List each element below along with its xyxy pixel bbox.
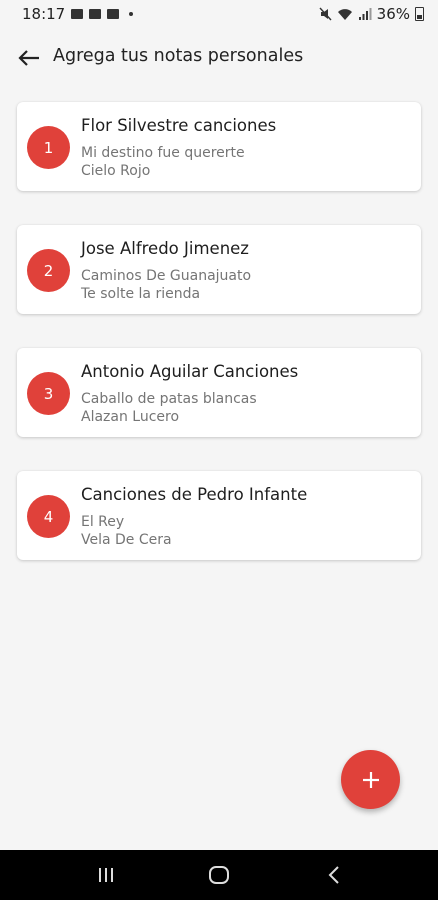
recent-apps-icon[interactable] xyxy=(93,862,119,888)
gallery-icon xyxy=(71,9,84,19)
signal-icon xyxy=(358,7,372,20)
battery-percent: 36% xyxy=(376,5,410,23)
status-right: 36% xyxy=(319,5,424,23)
battery-icon xyxy=(415,7,424,21)
plus-icon xyxy=(362,771,379,788)
back-icon[interactable] xyxy=(321,862,347,888)
note-line: Cielo Rojo xyxy=(81,163,151,179)
note-number-badge: 1 xyxy=(27,126,70,169)
note-number-badge: 2 xyxy=(27,249,70,292)
wifi-icon xyxy=(337,8,352,20)
note-title: Flor Silvestre canciones xyxy=(81,116,277,135)
add-note-button[interactable] xyxy=(341,750,400,809)
note-title: Canciones de Pedro Infante xyxy=(81,485,308,504)
app-header: Agrega tus notas personales xyxy=(0,38,438,78)
note-title: Antonio Aguilar Canciones xyxy=(81,362,299,381)
status-bar: 18:17 36% xyxy=(0,0,438,28)
status-left: 18:17 xyxy=(22,5,134,23)
home-icon[interactable] xyxy=(206,862,232,888)
page-title: Agrega tus notas personales xyxy=(53,46,304,66)
system-nav-bar xyxy=(0,850,438,900)
note-line: El Rey xyxy=(81,514,125,530)
mute-icon xyxy=(319,7,332,21)
status-time: 18:17 xyxy=(22,5,66,23)
mail-icon xyxy=(89,9,102,19)
note-card[interactable]: 2 Jose Alfredo Jimenez Caminos De Guanaj… xyxy=(17,225,421,314)
note-line: Alazan Lucero xyxy=(81,409,180,425)
notification-icon xyxy=(107,9,120,19)
dot-icon xyxy=(129,12,134,16)
note-card[interactable]: 1 Flor Silvestre canciones Mi destino fu… xyxy=(17,102,421,191)
note-title: Jose Alfredo Jimenez xyxy=(81,239,249,258)
note-card[interactable]: 4 Canciones de Pedro Infante El Rey Vela… xyxy=(17,471,421,560)
arrow-left-icon[interactable] xyxy=(16,45,42,71)
note-card[interactable]: 3 Antonio Aguilar Canciones Caballo de p… xyxy=(17,348,421,437)
note-line: Vela De Cera xyxy=(81,532,172,548)
note-line: Caminos De Guanajuato xyxy=(81,268,252,284)
note-line: Mi destino fue quererte xyxy=(81,145,245,161)
note-number-badge: 3 xyxy=(27,372,70,415)
note-number-badge: 4 xyxy=(27,495,70,538)
note-line: Te solte la rienda xyxy=(81,286,201,302)
note-line: Caballo de patas blancas xyxy=(81,391,257,407)
